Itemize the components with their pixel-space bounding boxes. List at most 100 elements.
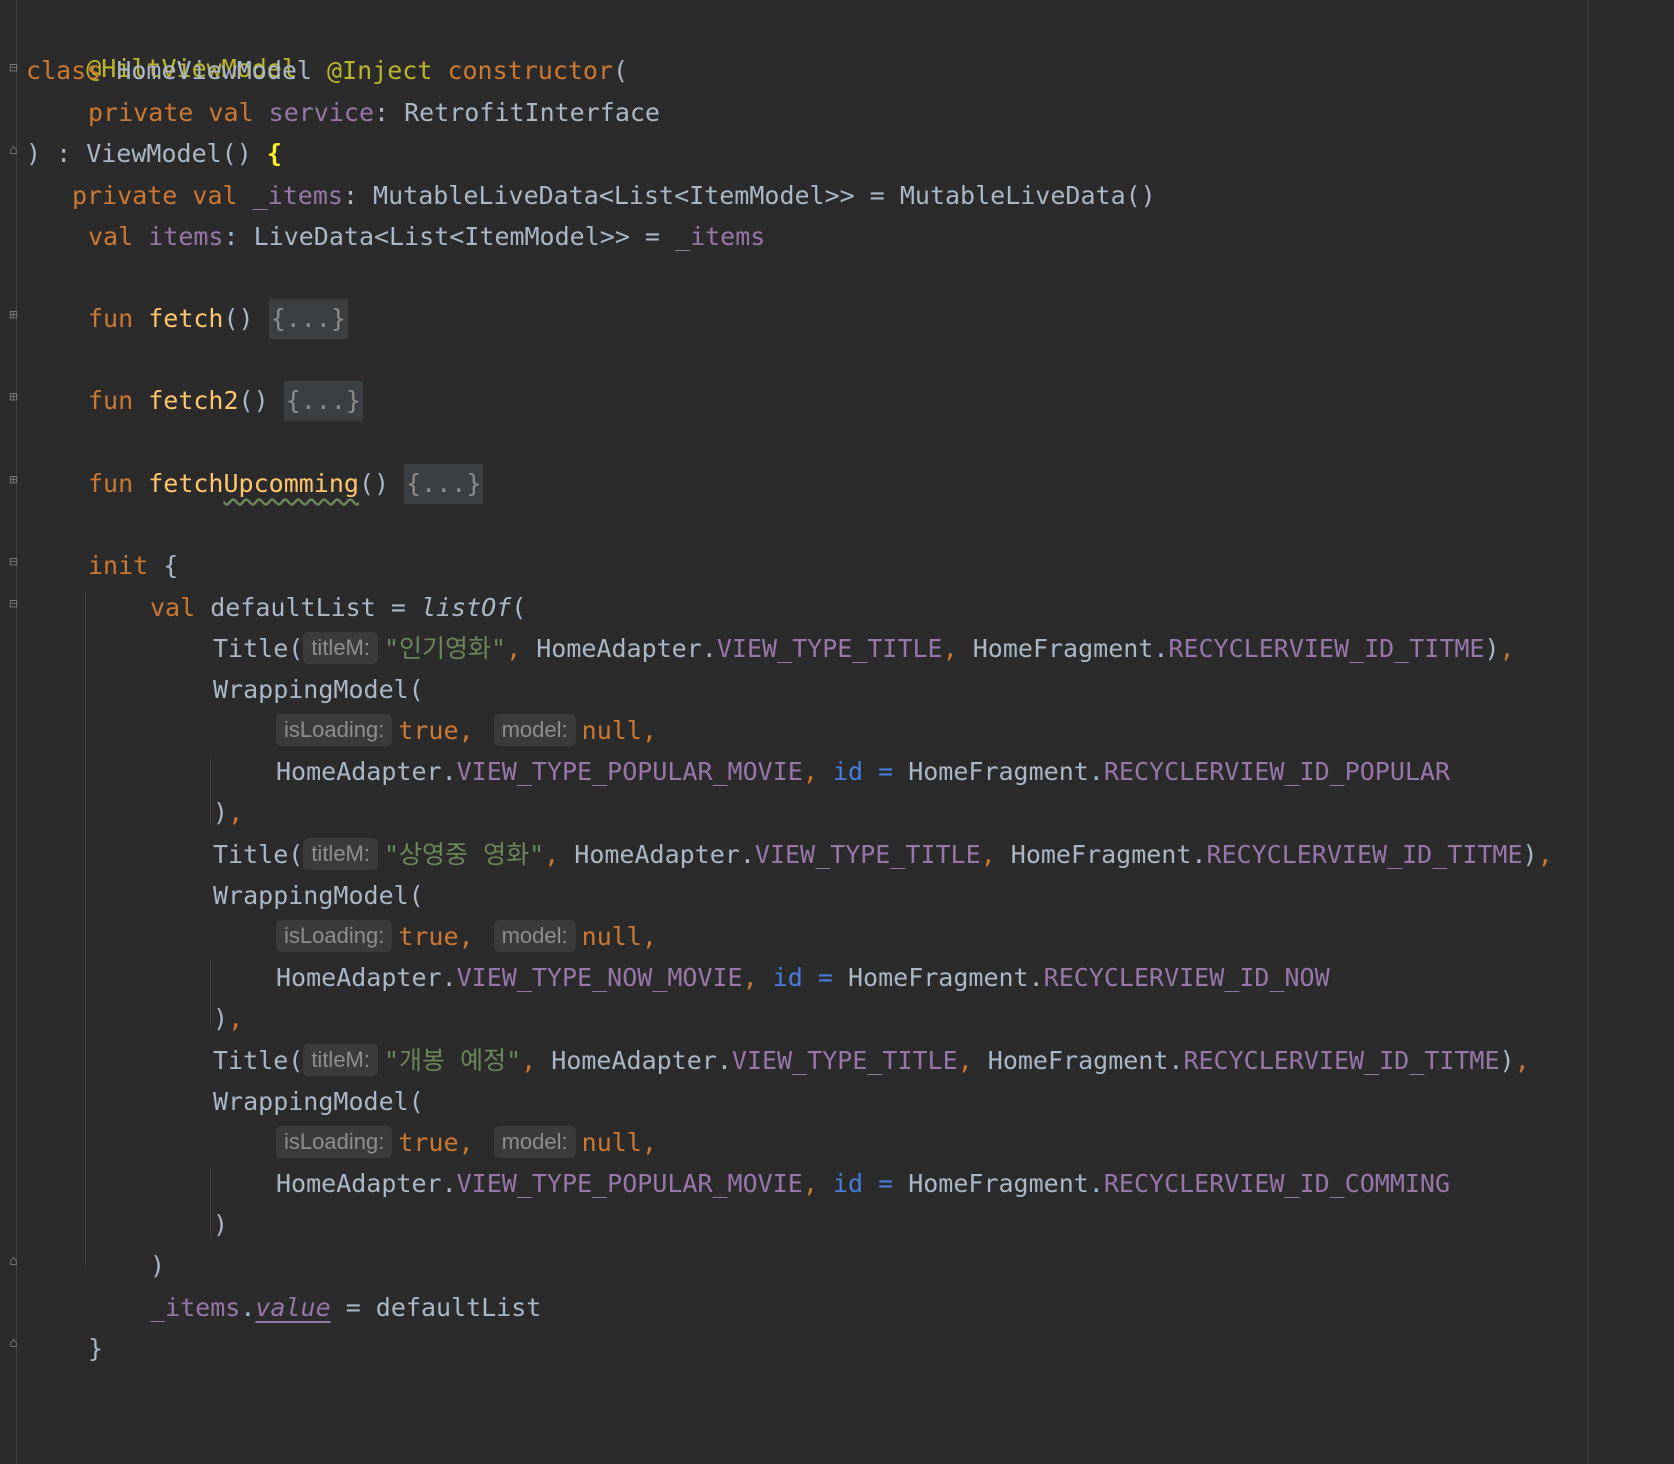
code-line[interactable]: ), xyxy=(213,999,243,1039)
keyword: val xyxy=(150,593,196,622)
code-line[interactable]: val defaultList = listOf( xyxy=(150,588,526,628)
code-line[interactable]: Title(titleM: "개봉 예정", HomeAdapter.VIEW_T… xyxy=(213,1041,1530,1081)
paren: ) xyxy=(213,1210,229,1239)
fold-collapse-icon[interactable]: ⊟ xyxy=(7,554,20,571)
comma: , xyxy=(641,922,657,951)
code-line[interactable]: private val service: RetrofitInterface xyxy=(88,93,660,133)
code-line[interactable]: Title(titleM: "상영중 영화", HomeAdapter.VIEW_… xyxy=(213,835,1553,875)
code-line[interactable]: HomeAdapter.VIEW_TYPE_POPULAR_MOVIE, id … xyxy=(276,752,1450,792)
code-line[interactable]: ), xyxy=(213,793,243,833)
code-line[interactable]: isLoading: true, model: null, xyxy=(276,917,657,957)
folded-region[interactable]: {...} xyxy=(404,464,484,504)
code-line[interactable]: isLoading: true, model: null, xyxy=(276,1123,657,1163)
folded-region[interactable]: {...} xyxy=(283,381,363,421)
code-text: WrappingModel( xyxy=(213,675,424,704)
comma: , xyxy=(458,922,474,951)
code-text: Title( xyxy=(213,1046,304,1075)
fold-expand-icon[interactable]: ⊞ xyxy=(7,472,20,489)
code-text: HomeFragment. xyxy=(908,757,1104,786)
code-editor[interactable]: ⊟ ⌂ ⊞ ⊞ ⊞ ⊟ ⊟ ⌂ ⌂ @HiltViewModel class H… xyxy=(0,0,1674,1464)
code-line[interactable]: HomeAdapter.VIEW_TYPE_POPULAR_MOVIE, id … xyxy=(276,1164,1450,1204)
code-line[interactable]: } xyxy=(88,1329,103,1369)
parameter-hint: model: xyxy=(493,1126,576,1158)
constant: RECYCLERVIEW_ID_TITME xyxy=(1183,1046,1500,1075)
code-line[interactable]: class HomeViewModel @Inject constructor( xyxy=(26,51,628,91)
code-text: defaultList = xyxy=(195,593,421,622)
code-text: HomeFragment. xyxy=(972,634,1169,663)
code-line[interactable]: private val _items: MutableLiveData<List… xyxy=(72,176,1156,216)
comma: , xyxy=(458,1128,474,1157)
paren: ) xyxy=(213,1004,229,1033)
code-line[interactable]: ) xyxy=(150,1246,165,1286)
class-name: HomeViewModel xyxy=(101,56,328,85)
comma: , xyxy=(228,798,244,827)
code-line[interactable]: isLoading: true, model: null, xyxy=(276,711,657,751)
comma: , xyxy=(228,1004,244,1033)
fold-expand-icon[interactable]: ⊞ xyxy=(7,307,20,324)
indent-guide xyxy=(210,1166,211,1236)
code-text: HomeFragment. xyxy=(847,963,1044,992)
code-line[interactable]: @HiltViewModel xyxy=(26,9,297,83)
constant: RECYCLERVIEW_ID_POPULAR xyxy=(1103,757,1451,786)
code-text: WrappingModel( xyxy=(213,881,424,910)
typo-warning: Upcomming xyxy=(223,469,359,498)
code-line[interactable]: ) xyxy=(213,1205,228,1245)
code-line[interactable]: WrappingModel( xyxy=(213,1082,424,1122)
comma: , xyxy=(544,840,575,869)
comma: , xyxy=(521,1046,552,1075)
folded-region[interactable]: {...} xyxy=(268,299,348,339)
comma: , xyxy=(506,634,537,663)
function-name: fetch xyxy=(148,469,224,498)
code-text: WrappingModel( xyxy=(213,1087,424,1116)
fold-expand-icon[interactable]: ⊞ xyxy=(7,389,20,406)
code-text: HomeFragment. xyxy=(1010,840,1207,869)
code-line[interactable]: ) : ViewModel() { xyxy=(26,134,282,174)
parameter-hint: model: xyxy=(493,920,576,952)
fold-end-icon[interactable]: ⌂ xyxy=(7,1335,20,1352)
comma: , xyxy=(957,1046,988,1075)
boolean-literal: true xyxy=(398,716,459,745)
null-literal: null xyxy=(581,716,642,745)
parameter-hint: model: xyxy=(493,714,576,746)
matched-brace: { xyxy=(266,139,282,168)
comma: , xyxy=(1499,634,1515,663)
code-line[interactable]: val items: LiveData<List<ItemModel>> = _… xyxy=(88,217,765,257)
field-name: _items xyxy=(150,1293,241,1322)
code-line[interactable]: fun fetch2() {...} xyxy=(88,381,363,421)
code-line[interactable]: HomeAdapter.VIEW_TYPE_NOW_MOVIE, id = Ho… xyxy=(276,958,1330,998)
code-text: HomeAdapter. xyxy=(276,1169,457,1198)
field-name: _items xyxy=(675,222,766,251)
keyword: class xyxy=(26,56,102,85)
comma: , xyxy=(1514,1046,1530,1075)
code-line[interactable]: Title(titleM: "인기영화", HomeAdapter.VIEW_TY… xyxy=(213,629,1515,669)
code-text: Title( xyxy=(213,840,304,869)
code-line[interactable]: WrappingModel( xyxy=(213,876,424,916)
keyword: init xyxy=(88,551,149,580)
constant: RECYCLERVIEW_ID_TITME xyxy=(1168,634,1485,663)
code-line[interactable]: WrappingModel( xyxy=(213,670,424,710)
gutter xyxy=(0,0,17,1464)
constant: VIEW_TYPE_TITLE xyxy=(754,840,981,869)
keyword: private val xyxy=(88,98,254,127)
paren: ( xyxy=(511,593,527,622)
right-margin-guide xyxy=(1587,0,1588,1464)
string-literal: "인기영화" xyxy=(384,634,507,663)
comma: , xyxy=(458,716,474,745)
paren: ) xyxy=(150,1251,166,1280)
code-text: () xyxy=(238,386,284,415)
code-line[interactable]: init { xyxy=(88,546,178,586)
parameter-hint: titleM: xyxy=(303,838,378,870)
fold-end-icon[interactable]: ⌂ xyxy=(7,142,20,159)
fold-collapse-icon[interactable]: ⊟ xyxy=(7,596,20,613)
code-line[interactable]: fun fetch() {...} xyxy=(88,299,348,339)
code-text: HomeAdapter. xyxy=(536,634,717,663)
parameter-hint: isLoading: xyxy=(276,920,393,952)
fold-end-icon[interactable]: ⌂ xyxy=(7,1253,20,1270)
parameter-hint: titleM: xyxy=(303,632,378,664)
code-line[interactable]: fun fetchUpcomming() {...} xyxy=(88,464,484,504)
code-line[interactable]: _items.value = defaultList xyxy=(150,1288,541,1328)
type-text: : RetrofitInterface xyxy=(374,98,660,127)
fold-collapse-icon[interactable]: ⊟ xyxy=(7,60,20,77)
